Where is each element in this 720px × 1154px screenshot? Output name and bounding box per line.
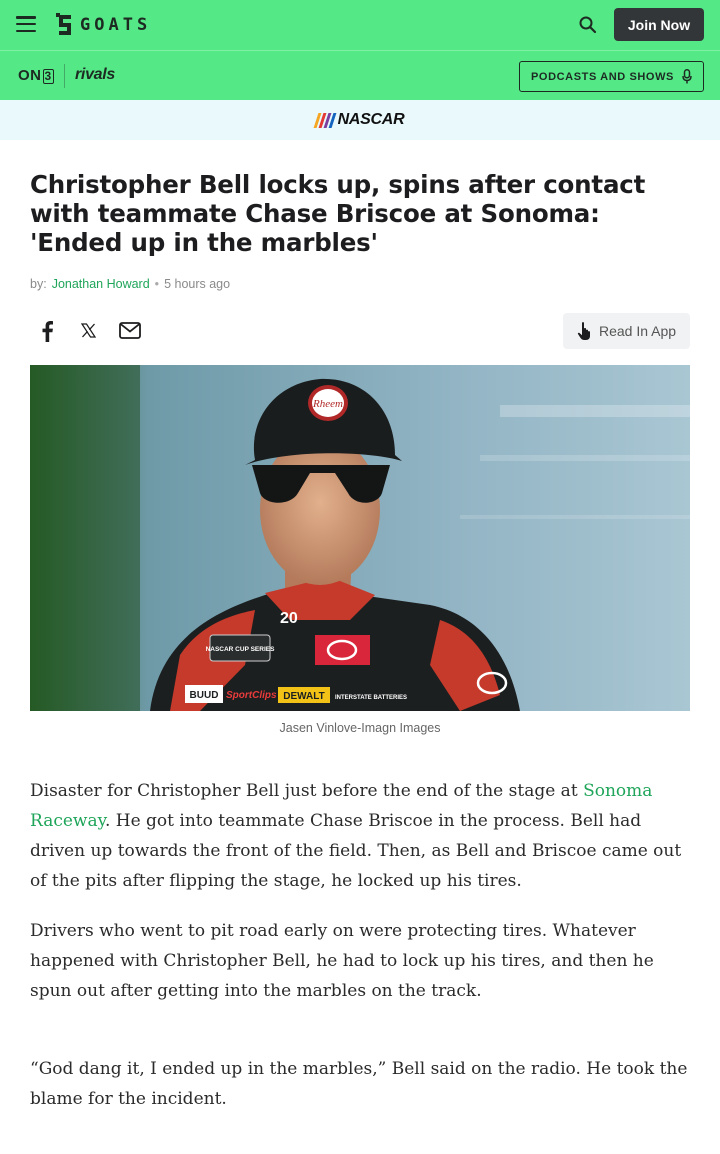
join-now-button[interactable]: Join Now [614, 8, 704, 41]
nascar-stripes [313, 112, 337, 128]
microphone-icon [682, 69, 692, 84]
sponsor-4-text: INTERSTATE BATTERIES [335, 695, 407, 701]
rivals-link[interactable]: rivals [75, 66, 115, 84]
article-byline: by: Jonathan Howard • 5 hours ago [30, 277, 230, 291]
on3-link[interactable]: ON 3 [18, 67, 54, 84]
car-number-text: 20 [280, 610, 298, 627]
site-logo-text: GOATS [80, 15, 152, 35]
facebook-icon[interactable] [40, 320, 54, 342]
sponsor-1-text: BUUD [190, 690, 219, 701]
nascar-patch-text: NASCAR CUP SERIES [206, 646, 276, 653]
nav-divider [64, 64, 65, 88]
author-link[interactable]: Jonathan Howard [52, 277, 150, 291]
read-in-app-label: Read In App [598, 323, 677, 339]
x-icon[interactable] [81, 323, 96, 338]
article-paragraph: Disaster for Christopher Bell just befor… [30, 776, 692, 896]
paragraph-1-after: . He got into teammate Chase Briscoe in … [30, 811, 682, 891]
top-header: GOATS Join Now [0, 0, 720, 50]
podcasts-and-shows-button[interactable]: PODCASTS AND SHOWS [519, 61, 704, 92]
publish-time: 5 hours ago [164, 277, 231, 291]
category-banner: NASCAR [0, 100, 720, 140]
network-nav: ON 3 rivals PODCASTS AND SHOWS [0, 50, 720, 100]
by-label: by: [30, 277, 47, 291]
sponsor-3-text: DEWALT [283, 691, 324, 702]
menu-icon[interactable] [16, 16, 36, 32]
podcasts-label: PODCASTS AND SHOWS [530, 70, 674, 83]
on3-suffix: 3 [42, 69, 54, 84]
tap-hand-icon [577, 322, 590, 340]
read-in-app-button[interactable]: Read In App [563, 313, 690, 349]
driver-photo: Rheem 20 NASCAR CUP SERIES BUUD SportCli… [30, 365, 690, 711]
site-logo[interactable]: GOATS [56, 12, 151, 38]
on3-prefix: ON [18, 67, 42, 84]
goats-logo-icon [56, 13, 71, 35]
mail-icon[interactable] [119, 322, 141, 339]
article-paragraph: Drivers who went to pit road early on we… [30, 921, 654, 1001]
article-paragraph: “God dang it, I ended up in the marbles,… [30, 1059, 688, 1109]
article-title: Christopher Bell locks up, spins after c… [30, 170, 646, 257]
nascar-category-link[interactable]: NASCAR [313, 111, 405, 129]
byline-separator: • [154, 277, 160, 291]
category-label: NASCAR [337, 111, 405, 128]
paragraph-1-before: Disaster for Christopher Bell just befor… [30, 781, 584, 801]
sponsor-2-text: SportClips [226, 690, 277, 701]
search-icon[interactable] [578, 15, 598, 35]
article-hero-image: Rheem 20 NASCAR CUP SERIES BUUD SportCli… [30, 365, 690, 711]
cap-logo-text: Rheem [312, 398, 343, 410]
image-caption: Jasen Vinlove-Imagn Images [279, 721, 441, 735]
